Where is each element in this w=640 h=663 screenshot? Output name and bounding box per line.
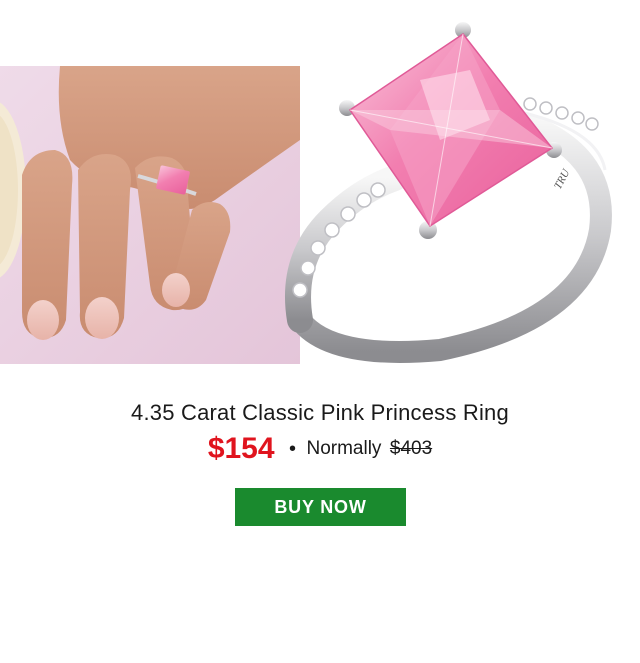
ring-engraving: TRU [552, 166, 573, 191]
product-title: 4.35 Carat Classic Pink Princess Ring [131, 400, 509, 425]
product-card: TRU 4.35 Carat Classic Pink Princess Rin… [0, 0, 640, 663]
ring-photo: TRU [285, 22, 612, 363]
buy-now-button[interactable]: BUY NOW [235, 488, 406, 526]
price-separator: • [289, 437, 297, 460]
normally-label: Normally [306, 438, 382, 459]
original-price: $403 [389, 438, 433, 459]
price-row: $154 • Normally $403 [0, 432, 640, 466]
hand-photo [0, 66, 300, 364]
sale-price: $154 [207, 432, 275, 465]
product-hero-image[interactable]: TRU [0, 0, 640, 380]
